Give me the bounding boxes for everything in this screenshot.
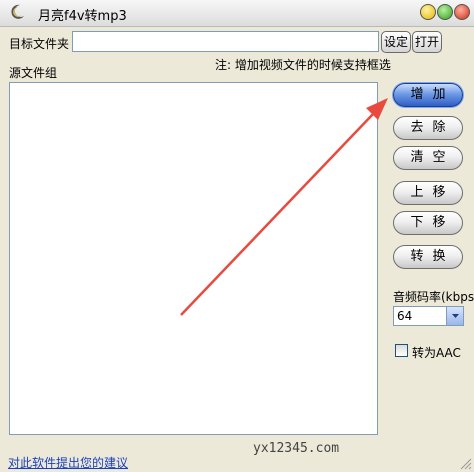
target-folder-label: 目标文件夹 [9, 37, 70, 51]
feedback-link[interactable]: 对此软件提出您的建议 [8, 454, 128, 471]
move-up-button[interactable]: 上移 [393, 181, 463, 205]
minimize-button[interactable] [420, 4, 436, 20]
open-folder-button[interactable]: 打开 [412, 31, 442, 53]
move-down-button[interactable]: 下移 [393, 211, 463, 235]
convert-button[interactable]: 转换 [393, 245, 463, 269]
set-folder-button[interactable]: 设定 [381, 31, 411, 53]
window-title: 月亮f4v转mp3 [38, 9, 127, 24]
maximize-button[interactable] [437, 4, 453, 20]
remove-button[interactable]: 去除 [393, 116, 463, 140]
hint-text: 注: 增加视频文件的时候支持框选 [215, 58, 391, 72]
aac-checkbox[interactable] [395, 344, 408, 357]
watermark-text: yx12345.com [253, 441, 340, 456]
resize-grip-icon[interactable] [460, 458, 472, 470]
bitrate-select[interactable]: 64 [393, 306, 464, 326]
dropdown-arrow-icon[interactable] [446, 307, 463, 325]
source-file-list[interactable] [9, 82, 378, 435]
source-group-label: 源文件组 [9, 66, 58, 80]
title-bar: 月亮f4v转mp3 [0, 0, 474, 27]
bitrate-label: 音频码率(kbps) [393, 290, 474, 304]
add-button[interactable]: 增加 [393, 83, 463, 107]
clear-button[interactable]: 清空 [393, 146, 463, 170]
moon-app-icon [11, 4, 24, 19]
aac-label: 转为AAC [412, 346, 461, 360]
close-button[interactable] [454, 4, 470, 20]
target-folder-input[interactable] [72, 31, 379, 52]
bitrate-value: 64 [397, 309, 413, 323]
